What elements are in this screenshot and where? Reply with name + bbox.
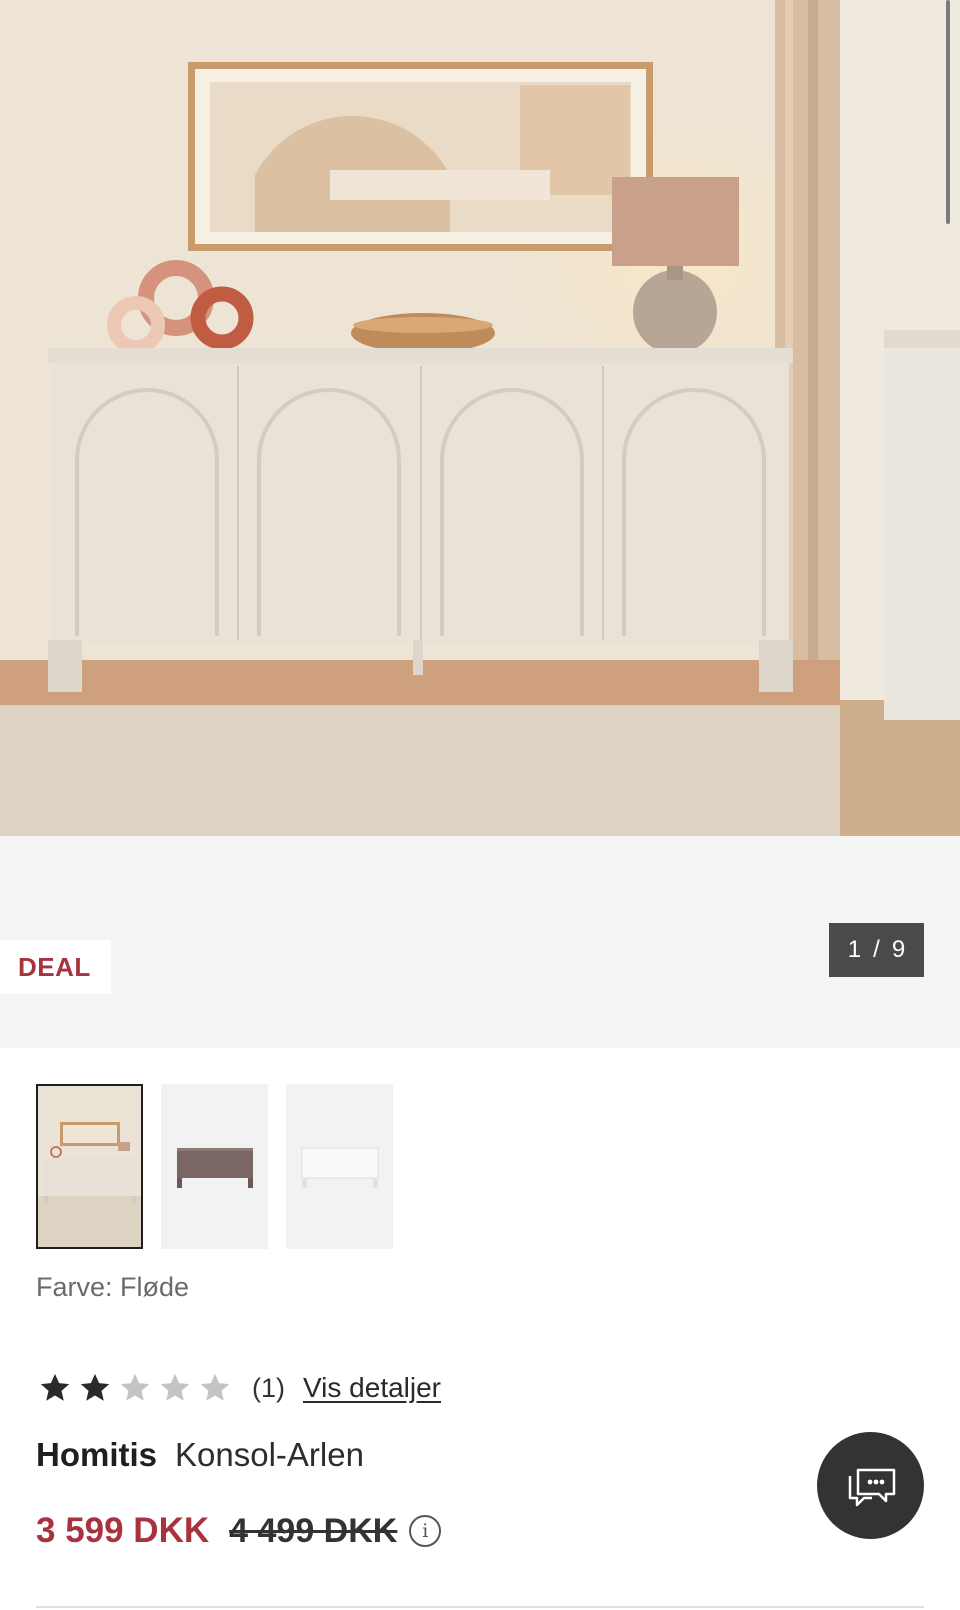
- star-empty-icon: [160, 1373, 190, 1401]
- thumbnail-brun[interactable]: [161, 1084, 268, 1249]
- current-price: 3 599 DKK: [36, 1511, 210, 1550]
- view-details-link[interactable]: Vis detaljer: [303, 1372, 441, 1404]
- counter-total: 9: [891, 936, 906, 963]
- counter-separator: /: [873, 936, 880, 963]
- chat-button[interactable]: [817, 1432, 924, 1539]
- star-empty-icon: [200, 1373, 230, 1401]
- deal-badge: DEAL: [0, 940, 111, 994]
- chat-bubbles-icon: [848, 1468, 895, 1506]
- star-empty-icon: [120, 1373, 150, 1401]
- product-gallery[interactable]: DEAL 1 / 9: [0, 0, 960, 1048]
- rating-stars: [38, 1371, 232, 1405]
- color-swatches: [36, 1084, 393, 1249]
- star-filled-icon: [40, 1373, 70, 1401]
- product-title: Homitis Konsol-Arlen: [36, 1436, 364, 1474]
- color-label: Farve: Fløde: [36, 1272, 190, 1302]
- info-icon[interactable]: i: [409, 1515, 442, 1547]
- thumbnail-flode[interactable]: [36, 1084, 143, 1249]
- brand-name[interactable]: Homitis: [36, 1436, 157, 1474]
- divider: [36, 1606, 924, 1608]
- product-name: Konsol-Arlen: [175, 1436, 364, 1473]
- counter-current: 1: [847, 936, 862, 963]
- deal-badge-label: DEAL: [18, 951, 91, 982]
- star-filled-icon: [80, 1373, 110, 1401]
- rating-row: (1) Vis detaljer: [38, 1366, 441, 1410]
- review-count: (1): [252, 1372, 285, 1403]
- thumbnail-hvid[interactable]: [286, 1084, 393, 1249]
- original-price: 4 499 DKK: [229, 1511, 398, 1550]
- image-counter: 1 / 9: [829, 923, 924, 977]
- price-row: 3 599 DKK 4 499 DKK i: [36, 1506, 442, 1556]
- hero-image[interactable]: [0, 0, 960, 836]
